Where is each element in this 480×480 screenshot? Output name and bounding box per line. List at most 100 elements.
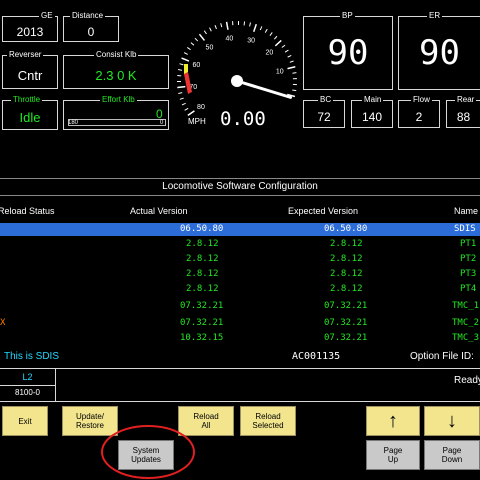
cell-actual: 2.8.12	[186, 284, 219, 294]
gauge-hub	[231, 75, 243, 87]
table-row[interactable]: 07.32.21 07.32.21 TMC_1	[0, 300, 480, 313]
rear-label: Rear	[455, 95, 477, 105]
gauge-tick	[177, 85, 186, 89]
gauge-tick	[184, 107, 189, 111]
page-up-button[interactable]: Page Up	[366, 440, 420, 470]
page-down-arrow-button[interactable]: ↓	[424, 406, 480, 436]
gauge-tick	[179, 63, 184, 66]
gauge-tick	[203, 30, 207, 35]
gauge-unit: MPH	[188, 117, 206, 126]
throttle-box: Throttle Idle	[2, 95, 58, 130]
cell-actual: 2.8.12	[186, 239, 219, 249]
gauge-tick	[181, 102, 186, 106]
main-label: Main	[362, 95, 384, 105]
option-file-value: AC001135	[292, 351, 341, 362]
gauge-tick	[287, 66, 296, 70]
table-title: Locomotive Software Configuration	[162, 181, 318, 192]
gauge-tick	[289, 60, 294, 63]
reverser-box: Reverser Cntr	[2, 50, 58, 89]
cell-expected: 2.8.12	[330, 269, 363, 279]
flow-box: Flow 2	[398, 95, 440, 128]
ge-label: GE	[39, 11, 55, 21]
arrow-down-icon: ↓	[447, 410, 457, 432]
gauge-tick	[292, 89, 297, 92]
gauge-tick	[178, 92, 183, 94]
gauge-tick	[284, 49, 289, 53]
status-ready: Ready	[454, 375, 480, 386]
throttle-label: Throttle	[11, 95, 43, 105]
col-header-expected-version: Expected Version	[288, 206, 359, 216]
flow-value: 2	[415, 110, 423, 124]
ge-box: GE 2013	[2, 11, 58, 42]
table-row[interactable]: 2.8.12 2.8.12 PT2	[0, 253, 480, 266]
col-header-actual-version: Actual Version	[130, 206, 188, 216]
gauge-tick	[274, 39, 282, 47]
flow-label: Flow	[411, 95, 432, 105]
cell-actual: 07.32.21	[180, 301, 224, 311]
cell-actual: 2.8.12	[186, 254, 219, 264]
gauge-tick	[179, 97, 184, 100]
cell-expected: 07.32.21	[324, 318, 368, 328]
gauge-tick-label: 50	[206, 45, 214, 52]
cell-actual: 10.32.15	[180, 333, 224, 343]
cell-name: TMC_1	[452, 301, 480, 311]
gauge-tick	[190, 42, 195, 46]
cell-actual: 2.8.12	[186, 269, 219, 279]
gauge-tick	[194, 37, 199, 42]
gauge-tick-label: 30	[247, 37, 255, 44]
distance-box: Distance 0	[63, 11, 119, 42]
gauge-tick	[214, 24, 217, 30]
gauge-tick	[264, 28, 268, 33]
table-row[interactable]: 2.8.12 2.8.12 PT3	[0, 268, 480, 281]
cell-expected: 2.8.12	[330, 239, 363, 249]
reverser-value: Cntr	[17, 68, 43, 83]
cell-expected: 07.32.21	[324, 301, 368, 311]
status-l2: L2	[22, 372, 33, 382]
reload-selected-button[interactable]: Reload Selected	[240, 406, 296, 436]
gauge-tick	[181, 57, 190, 62]
effort-klb-box: Effort Klb 0 180 0	[63, 95, 169, 130]
bc-label: BC	[318, 95, 334, 105]
gauge-tick-label: 60	[192, 62, 200, 69]
cell-name: PT4	[460, 284, 477, 294]
gauge-tick	[183, 52, 188, 55]
distance-label: Distance	[70, 11, 106, 21]
highlight-circle	[101, 425, 195, 479]
gauge-tick	[253, 23, 257, 33]
this-is-label: This is SDIS	[4, 351, 60, 362]
exit-button[interactable]: Exit	[2, 406, 48, 436]
er-value: 90	[419, 33, 460, 73]
consist-klb-value: 2.3 0 K	[95, 68, 137, 83]
gauge-tick	[220, 23, 223, 28]
gauge-tick-label: 20	[266, 49, 274, 56]
cell-status: X	[0, 318, 6, 328]
bc-value: 72	[317, 110, 331, 124]
arrow-up-icon: ↑	[388, 410, 398, 432]
er-label: ER	[427, 11, 443, 21]
cell-name: SDIS	[454, 224, 476, 234]
cell-name: TMC_2	[452, 318, 480, 328]
gauge-tick	[198, 33, 206, 41]
table-row[interactable]: 10.32.15 07.32.21 TMC_3	[0, 332, 480, 345]
table-row[interactable]: 06.50.80 06.50.80 SDIS	[0, 223, 480, 236]
table-top-rule	[0, 178, 480, 179]
col-header-reload-status: Reload Status	[0, 206, 55, 216]
gauge-tick	[292, 72, 297, 74]
table-row[interactable]: X 07.32.21 07.32.21 TMC_2	[0, 317, 480, 330]
page-down-button[interactable]: Page Down	[424, 440, 480, 470]
gauge-tick	[178, 69, 183, 71]
bp-box: BP 90	[303, 11, 393, 90]
cell-name: PT2	[460, 254, 477, 264]
table-row[interactable]: 2.8.12 2.8.12 PT1	[0, 238, 480, 251]
main-value: 140	[361, 110, 383, 124]
cell-name: TMC_3	[452, 333, 480, 343]
page-up-arrow-button[interactable]: ↑	[366, 406, 420, 436]
bp-label: BP	[340, 11, 355, 21]
bc-box: BC 72	[303, 95, 345, 128]
status-sub-box: L2 8100-0	[0, 369, 56, 401]
option-file-label: Option File ID:	[410, 351, 474, 362]
table-row[interactable]: 2.8.12 2.8.12 PT4	[0, 283, 480, 296]
cell-expected: 2.8.12	[330, 254, 363, 264]
throttle-value: Idle	[19, 110, 41, 125]
er-box: ER 90	[398, 11, 480, 90]
